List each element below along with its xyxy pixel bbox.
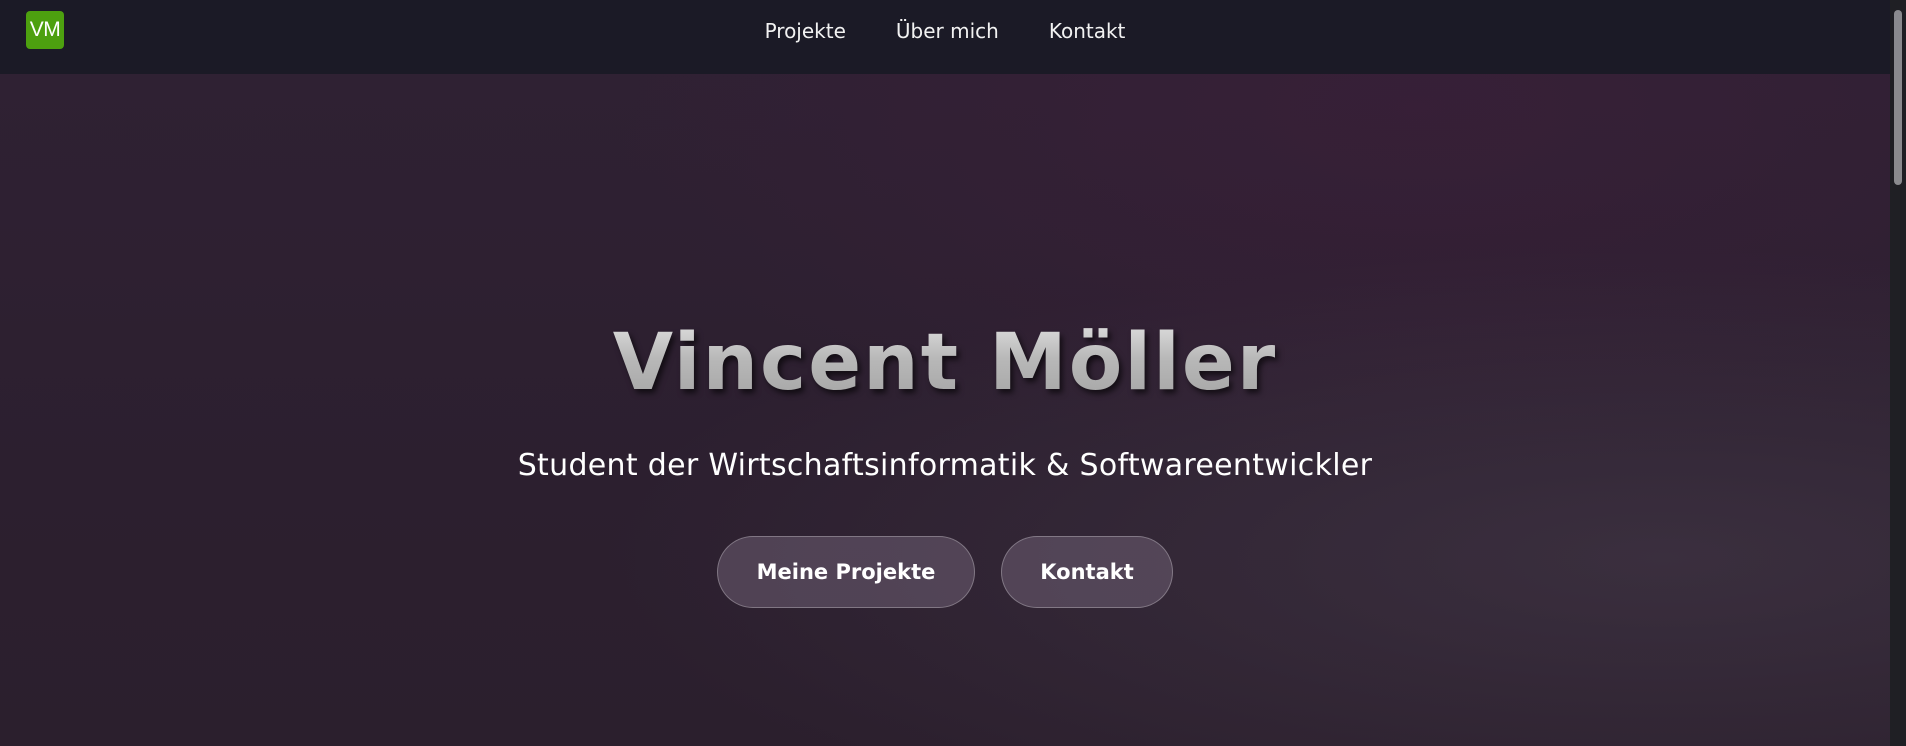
hero-section: Vincent Möller Student der Wirtschaftsin…: [0, 74, 1890, 746]
nav-link-projekte[interactable]: Projekte: [765, 19, 846, 43]
hero-title: Vincent Möller: [0, 318, 1890, 408]
contact-button[interactable]: Kontakt: [1001, 536, 1173, 608]
my-projects-button[interactable]: Meine Projekte: [717, 536, 975, 608]
scrollbar[interactable]: [1890, 0, 1906, 746]
nav-link-kontakt[interactable]: Kontakt: [1049, 19, 1126, 43]
page-viewport: VM Projekte Über mich Kontakt Vincent Mö…: [0, 0, 1906, 746]
navbar: VM Projekte Über mich Kontakt: [0, 0, 1890, 74]
nav-links: Projekte Über mich Kontakt: [0, 0, 1890, 62]
hero-subtitle: Student der Wirtschaftsinformatik & Soft…: [517, 448, 1373, 483]
hero-buttons: Meine Projekte Kontakt: [0, 536, 1890, 608]
scrollbar-thumb[interactable]: [1894, 10, 1902, 185]
nav-link-ueber-mich[interactable]: Über mich: [896, 19, 999, 43]
